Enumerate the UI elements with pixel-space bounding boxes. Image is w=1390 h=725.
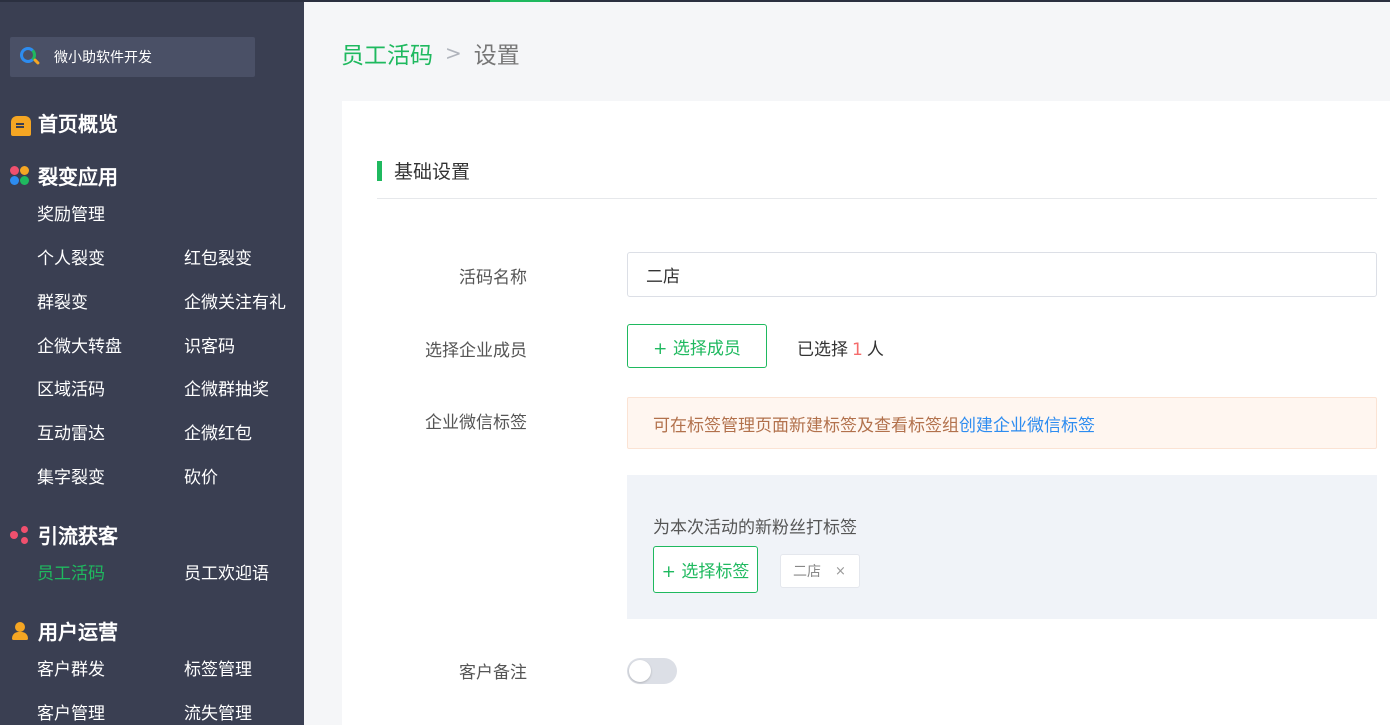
section-title: 基础设置 [394,161,471,183]
select-tag-button[interactable]: + 选择标签 [653,546,758,593]
breadcrumb: 员工活码 > 设置 [341,36,520,70]
sidebar-item-group-fission[interactable]: 群裂变 [37,288,88,313]
sidebar-section-label: 裂变应用 [38,165,118,189]
breadcrumb-current: 设置 [473,43,520,69]
notice-text: 可在标签管理页面新建标签及查看标签组 [653,415,959,436]
customer-remark-toggle[interactable] [627,658,677,684]
tag-chip: 二店 × [780,554,860,588]
brand-name: 微小助软件开发 [54,50,152,66]
sidebar-item-bargain[interactable]: 砍价 [184,463,218,488]
close-icon[interactable]: × [835,564,846,579]
code-name-label: 活码名称 [459,268,527,288]
sidebar-item-region-code[interactable]: 区域活码 [37,375,105,400]
share-icon [10,525,30,545]
selected-count-number: 1 [852,340,863,360]
sidebar-item-word-fission[interactable]: 集字裂变 [37,463,105,488]
sidebar-item-radar[interactable]: 互动雷达 [37,419,105,444]
home-icon [11,115,31,136]
sidebar-item-wecom-group-lottery[interactable]: 企微群抽奖 [184,375,269,400]
sidebar-item-customer-manage[interactable]: 客户管理 [37,699,105,724]
customer-remark-label: 客户备注 [459,663,527,683]
settings-card: 基础设置 活码名称 选择企业成员 + 选择成员 已选择1人 企业微信标签 可在标… [342,101,1390,725]
sidebar-item-group-send[interactable]: 客户群发 [37,655,105,680]
sidebar-item-wecom-redpacket[interactable]: 企微红包 [184,419,252,444]
apps-grid-icon [10,165,30,186]
sidebar-section-label: 用户运营 [38,620,118,644]
sidebar-item-personal-fission[interactable]: 个人裂变 [37,244,105,269]
tag-hint: 为本次活动的新粉丝打标签 [653,518,857,538]
sidebar-section-traffic[interactable]: 引流获客 [10,520,118,549]
breadcrumb-parent-link[interactable]: 员工活码 [341,36,433,70]
sidebar: 微小助软件开发 首页概览 裂变应用 奖励管理 个人裂变 红包裂变 群裂变 企微关… [0,0,304,725]
sidebar-section-label: 引流获客 [38,524,118,548]
top-progress-line [0,0,1390,2]
section-header: 基础设置 [377,157,470,184]
sidebar-item-reward[interactable]: 奖励管理 [37,200,105,225]
sidebar-item-redpacket-fission[interactable]: 红包裂变 [184,244,252,269]
sidebar-item-wecom-follow[interactable]: 企微关注有礼 [184,288,286,313]
wecom-tag-label: 企业微信标签 [425,413,527,433]
sidebar-section-home[interactable]: 首页概览 [10,108,118,137]
brand-switcher[interactable]: 微小助软件开发 [10,37,255,77]
divider [377,198,1377,199]
tag-notice: 可在标签管理页面新建标签及查看标签组 创建企业微信标签 [627,397,1377,449]
tag-panel: 为本次活动的新粉丝打标签 + 选择标签 二店 × [627,475,1377,619]
sidebar-item-staff-code[interactable]: 员工活码 [37,559,105,584]
member-label: 选择企业成员 [425,341,527,361]
user-icon [10,621,30,641]
sidebar-section-fission[interactable]: 裂变应用 [10,161,118,190]
sidebar-section-operations[interactable]: 用户运营 [10,616,118,645]
sidebar-item-churn-manage[interactable]: 流失管理 [184,699,252,724]
chevron-right-icon: > [445,41,462,65]
sidebar-item-staff-welcome[interactable]: 员工欢迎语 [184,559,269,584]
tag-chip-label: 二店 [793,564,821,580]
brand-logo-icon [20,47,41,67]
sidebar-item-customer-code[interactable]: 识客码 [184,332,235,357]
progress-segment [490,0,550,2]
selected-member-count: 已选择 1 人 [797,335,884,360]
toggle-knob [629,660,651,682]
sidebar-item-tag-manage[interactable]: 标签管理 [184,655,252,680]
create-tag-link[interactable]: 创建企业微信标签 [959,411,1095,436]
code-name-input[interactable] [627,252,1377,297]
sidebar-item-wecom-wheel[interactable]: 企微大转盘 [37,332,122,357]
select-member-button[interactable]: + 选择成员 [627,324,767,368]
selected-suffix: 人 [866,340,884,360]
selected-prefix: 已选择 [797,340,848,360]
sidebar-section-label: 首页概览 [38,112,118,136]
section-accent-bar [377,160,382,181]
